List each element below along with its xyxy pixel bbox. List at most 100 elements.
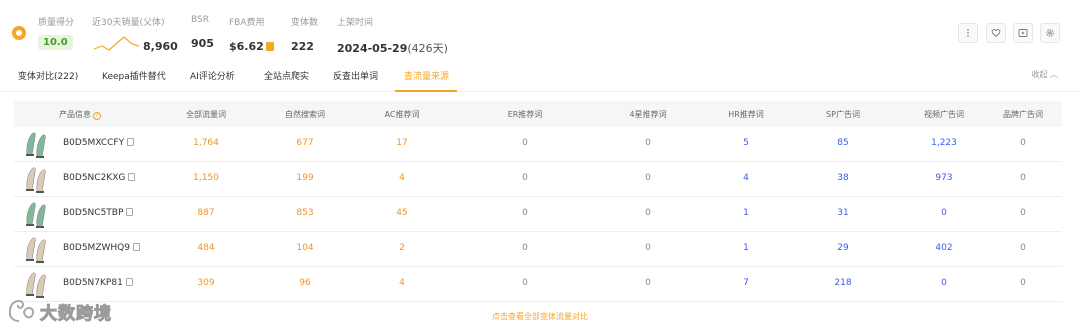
product-thumbnail[interactable] [24, 200, 50, 228]
table-cell: 0 [645, 173, 651, 183]
tab-variant-compare[interactable]: 变体对比(222) [18, 69, 78, 82]
table-cell[interactable]: 1 [743, 208, 749, 218]
brand-logo-icon [12, 26, 26, 40]
copy-icon[interactable] [132, 243, 140, 251]
table-cell[interactable]: 17 [396, 138, 407, 148]
product-asin-text[interactable]: B0D5NC5TBP [63, 208, 123, 218]
chevron-up-icon: ︿ [1050, 70, 1058, 79]
collapse-toggle[interactable]: 收起 ︿ [1031, 69, 1058, 80]
header-all-keywords: 全部流量词 [186, 110, 226, 119]
more-vertical-icon [967, 29, 969, 37]
video-button[interactable] [1013, 23, 1033, 43]
table-row[interactable]: B0D5MZWHQ9 484 104 2 0 0 1 29 402 0 [14, 232, 1062, 267]
listing-days-value: (426天) [407, 42, 448, 55]
product-asin-text[interactable]: B0D5MZWHQ9 [63, 243, 130, 253]
monthly-sales-value: 8,960 [143, 40, 178, 53]
bsr-label: BSR [191, 15, 209, 25]
active-tab-indicator [395, 90, 457, 92]
table-cell: 0 [522, 138, 528, 148]
table-cell[interactable]: 1,223 [931, 138, 957, 148]
product-asin-text[interactable]: B0D5NC2KXG [63, 173, 125, 183]
table-cell[interactable]: 1,764 [193, 138, 219, 148]
table-cell[interactable]: 973 [935, 173, 952, 183]
table-cell[interactable]: 2 [399, 243, 405, 253]
header-sp-ad-keywords: SP广告词 [826, 110, 860, 119]
copy-icon[interactable] [127, 138, 135, 146]
bsr: BSR 905 [191, 15, 214, 50]
product-asin[interactable]: B0D5MXCCFY [63, 138, 135, 148]
gear-icon [1046, 29, 1054, 37]
copy-icon[interactable] [126, 208, 134, 216]
tab-ai-review[interactable]: AI评论分析 [190, 69, 235, 82]
product-thumbnail[interactable] [24, 235, 50, 263]
tab-all-sites[interactable]: 全站点爬实 [264, 69, 309, 82]
header-video-ad-keywords: 视频广告词 [924, 110, 964, 119]
tab-traffic-source[interactable]: 查流量来源 [404, 69, 449, 82]
table-cell[interactable]: 853 [296, 208, 313, 218]
bsr-value: 905 [191, 37, 214, 50]
table-cell[interactable]: 402 [935, 243, 952, 253]
table-cell: 0 [522, 173, 528, 183]
header-ac-keywords: AC推荐词 [384, 110, 420, 119]
table-cell[interactable]: 0 [941, 208, 947, 218]
table-cell[interactable]: 218 [834, 278, 851, 288]
table-cell[interactable]: 31 [837, 208, 848, 218]
table-cell[interactable]: 4 [743, 173, 749, 183]
table-row[interactable]: B0D5N7KP81 309 96 4 0 0 7 218 0 0 [14, 267, 1062, 302]
tab-reverse-keywords[interactable]: 反查出单词 [333, 69, 378, 82]
table-cell[interactable]: 199 [296, 173, 313, 183]
product-asin-text[interactable]: B0D5MXCCFY [63, 138, 124, 148]
product-asin-text[interactable]: B0D5N7KP81 [63, 278, 123, 288]
listing-date-row: 2024-05-29(426天) [337, 40, 448, 56]
heart-icon [991, 29, 1001, 38]
table-cell[interactable]: 5 [743, 138, 749, 148]
table-cell[interactable]: 677 [296, 138, 313, 148]
header-organic-keywords: 自然搜索词 [285, 110, 325, 119]
quality-score-label: 质量得分 [38, 18, 75, 28]
variant-count: 变体数 222 [291, 15, 318, 53]
calculator-icon[interactable] [265, 42, 274, 51]
product-asin[interactable]: B0D5NC2KXG [63, 173, 136, 183]
header-4star-keywords: 4星推荐词 [629, 110, 667, 119]
product-thumbnail[interactable] [24, 165, 50, 193]
fba-fee: FBA费用 $6.62 [229, 15, 274, 53]
table-cell: 0 [1020, 278, 1026, 288]
table-cell[interactable]: 45 [396, 208, 407, 218]
table-cell[interactable]: 4 [399, 173, 405, 183]
table-row[interactable]: B0D5NC2KXG 1,150 199 4 0 0 4 38 973 0 [14, 162, 1062, 197]
copy-icon[interactable] [128, 173, 136, 181]
table-cell[interactable]: 4 [399, 278, 405, 288]
tab-keepa[interactable]: Keepa插件替代 [102, 69, 166, 82]
product-thumbnail[interactable] [24, 270, 50, 298]
watermark-logo-icon [8, 299, 35, 322]
table-cell[interactable]: 104 [296, 243, 313, 253]
listing-date-label: 上架时间 [337, 18, 374, 28]
variant-count-value: 222 [291, 40, 314, 53]
product-asin[interactable]: B0D5NC5TBP [63, 208, 134, 218]
table-cell[interactable]: 0 [941, 278, 947, 288]
table-cell[interactable]: 1 [743, 243, 749, 253]
table-cell[interactable]: 38 [837, 173, 848, 183]
product-asin[interactable]: B0D5N7KP81 [63, 278, 133, 288]
table-cell[interactable]: 7 [743, 278, 749, 288]
table-row[interactable]: B0D5MXCCFY 1,764 677 17 0 0 5 85 1,223 0 [14, 127, 1062, 162]
table-cell[interactable]: 1,150 [193, 173, 219, 183]
table-row[interactable]: B0D5NC5TBP 887 853 45 0 0 1 31 0 0 [14, 197, 1062, 232]
favorite-button[interactable] [986, 23, 1006, 43]
table-cell[interactable]: 29 [837, 243, 848, 253]
help-icon[interactable]: ? [93, 112, 101, 120]
more-button[interactable] [958, 23, 978, 43]
listing-date-value: 2024-05-29 [337, 42, 408, 55]
header-hr-keywords: HR推荐词 [728, 110, 764, 119]
table-cell[interactable]: 85 [837, 138, 848, 148]
copy-icon[interactable] [125, 278, 133, 286]
table-cell[interactable]: 309 [197, 278, 214, 288]
product-stats-bar: 质量得分 10.0 近30天销量(父体) 8,960 BSR 905 FBA费用… [0, 0, 1080, 58]
product-thumbnail[interactable] [24, 130, 50, 158]
table-cell[interactable]: 887 [197, 208, 214, 218]
table-cell[interactable]: 484 [197, 243, 214, 253]
settings-button[interactable] [1040, 23, 1060, 43]
table-cell[interactable]: 96 [299, 278, 310, 288]
product-asin[interactable]: B0D5MZWHQ9 [63, 243, 140, 253]
view-all-variants-link[interactable]: 点击查看全部变体流量对比 [0, 311, 1080, 322]
